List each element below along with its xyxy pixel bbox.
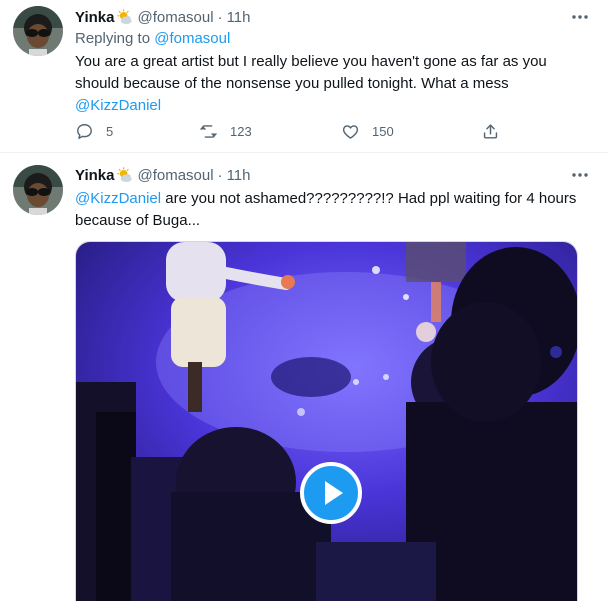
avatar[interactable] [13,165,63,215]
separator: · [217,166,223,184]
avatar-image [13,6,63,56]
retweet-count: 123 [230,124,252,139]
tweet-text: @KizzDaniel are you not ashamed?????????… [75,188,590,232]
replying-prefix: Replying to [75,30,155,47]
user-name[interactable]: Yinka [75,9,114,26]
sun-cloud-icon [117,166,133,182]
user-name[interactable]: Yinka [75,167,114,184]
play-icon [325,481,343,505]
share-button[interactable] [481,122,500,141]
tweet[interactable]: Yinka @fomasoul · 11h @KizzDaniel are yo… [0,153,608,601]
heart-icon [342,125,359,139]
user-handle[interactable]: @fomasoul [137,9,213,26]
avatar-image [13,165,63,215]
video-thumbnail [76,242,577,601]
tweet-mention[interactable]: @KizzDaniel [75,190,161,207]
tweet-mention[interactable]: @KizzDaniel [75,97,161,114]
timestamp[interactable]: 11h [227,167,251,184]
replying-to: Replying to @fomasoul [75,29,590,49]
timestamp[interactable]: 11h [227,9,251,26]
tweet-text: You are a great artist but I really beli… [75,51,590,117]
tweet-actions: 5 123 150 [75,122,515,144]
replying-to-mention[interactable]: @fomasoul [154,30,230,47]
retweet-button[interactable]: 123 [199,122,252,141]
more-options-icon[interactable] [570,8,590,26]
sun-cloud-icon [117,8,133,24]
avatar[interactable] [13,6,63,56]
tweet[interactable]: Yinka @fomasoul · 11h Replying to @fomas… [0,0,608,153]
share-icon [483,124,498,139]
play-button[interactable] [300,462,362,524]
tweet-header: Yinka @fomasoul · 11h [75,6,590,28]
retweet-icon [200,125,217,138]
reply-icon [77,124,92,139]
video-player[interactable] [75,241,578,601]
like-button[interactable]: 150 [341,122,394,141]
reply-button[interactable]: 5 [75,122,113,141]
tweet-header: Yinka @fomasoul · 11h [75,164,590,186]
tweet-text-body: You are a great artist but I really beli… [75,53,547,92]
reply-count: 5 [106,124,114,139]
more-options-icon[interactable] [570,166,590,184]
like-count: 150 [372,124,394,139]
separator: · [217,8,223,26]
user-handle[interactable]: @fomasoul [137,167,213,184]
